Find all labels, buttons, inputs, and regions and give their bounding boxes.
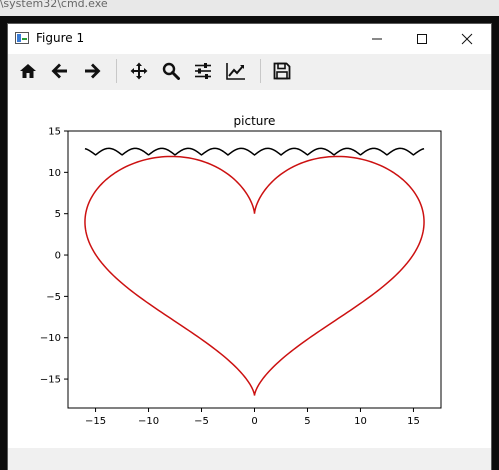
maximize-icon [417, 34, 427, 44]
edit-axis-button[interactable] [222, 57, 250, 85]
y-tick-label: −15 [40, 375, 61, 386]
background-console-path: s\system32\cmd.exe [0, 0, 108, 10]
pan-icon [130, 62, 148, 80]
y-tick-label: 5 [55, 209, 61, 220]
y-tick-label: −10 [40, 333, 61, 344]
save-button[interactable] [268, 57, 296, 85]
home-button[interactable] [14, 57, 42, 85]
y-tick-label: 15 [48, 127, 61, 138]
x-tick-label: 5 [304, 416, 310, 427]
x-tick-label: 10 [354, 416, 367, 427]
zoom-icon [162, 62, 180, 80]
chart-title: picture [234, 114, 276, 128]
matplotlib-app-icon [15, 32, 29, 44]
forward-button[interactable] [78, 57, 106, 85]
maximize-button[interactable] [400, 24, 444, 54]
close-button[interactable] [445, 24, 489, 54]
figure-window: Figure 1 picture −15 −10 −5 0 5 10 15 15… [8, 24, 491, 470]
y-tick-label: 10 [48, 168, 61, 179]
y-tick-label: 0 [55, 251, 61, 262]
x-tick-label: −5 [194, 416, 209, 427]
navigation-toolbar [8, 54, 491, 90]
figure-canvas[interactable]: picture −15 −10 −5 0 5 10 15 15 10 5 0 −5 −10 −15 [8, 90, 491, 448]
configure-subplots-icon [195, 63, 211, 79]
x-tick-label: −15 [85, 416, 106, 427]
status-bar [8, 448, 491, 470]
axes-frame [67, 130, 442, 409]
save-icon [273, 62, 291, 80]
title-bar[interactable]: Figure 1 [8, 24, 491, 54]
x-tick-label: −10 [138, 416, 159, 427]
back-icon [51, 63, 67, 79]
home-icon [20, 64, 36, 78]
edit-axis-icon [226, 63, 245, 80]
zoom-button[interactable] [157, 57, 185, 85]
background-console-title: s\system32\cmd.exe [0, 0, 499, 16]
forward-icon [85, 63, 101, 79]
close-icon [461, 33, 473, 45]
back-button[interactable] [46, 57, 74, 85]
x-tick-label: 0 [251, 416, 257, 427]
y-tick-label: −5 [46, 292, 61, 303]
plot-svg: picture −15 −10 −5 0 5 10 15 15 10 5 0 −5 −10 −15 [40, 114, 442, 427]
minimize-icon [372, 38, 382, 40]
x-tick-label: 15 [407, 416, 420, 427]
configure-subplots-button[interactable] [189, 57, 217, 85]
pan-button[interactable] [125, 57, 153, 85]
series-wave-curve [84, 147, 425, 156]
series-heart-curve [84, 155, 425, 396]
minimize-button[interactable] [355, 24, 399, 54]
x-axis: −15 −10 −5 0 5 10 15 [85, 408, 420, 427]
y-axis: 15 10 5 0 −5 −10 −15 [40, 127, 68, 386]
toolbar-separator [116, 59, 117, 83]
window-title: Figure 1 [36, 31, 85, 45]
toolbar-separator [260, 59, 261, 83]
axes: picture −15 −10 −5 0 5 10 15 15 10 5 0 −5 −10 −15 [40, 114, 442, 427]
